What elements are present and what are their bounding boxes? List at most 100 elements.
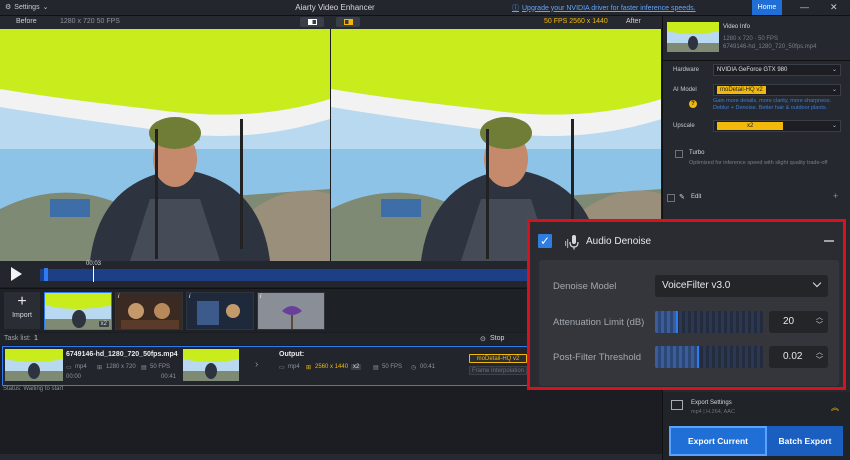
thumbnail-image [187,293,253,329]
attenuation-limit-slider[interactable] [655,311,763,333]
bottom-toolbar [0,454,662,460]
after-label: After [626,18,641,25]
audio-denoise-header: ✓ Audio Denoise [538,232,838,252]
ai-model-hint: Gain more details, more clarity, more sh… [713,98,832,111]
task-file-name: 6749146-hd_1280_720_50fps.mp4 [66,351,178,358]
side-by-side-button[interactable] [336,17,360,27]
task-input-thumbnail [5,349,63,381]
post-filter-threshold-label: Post-Filter Threshold [553,352,641,363]
input-resolution: 1280 x 720 [106,364,136,370]
ai-model-value: moDetail-HQ v2 [717,86,766,94]
output-label: Output: [279,351,305,358]
post-filter-threshold-slider[interactable] [655,346,763,368]
help-icon[interactable]: ? [689,100,697,108]
upscale-select[interactable]: x2 ⌄ [713,120,841,132]
edit-label: Edit [691,194,702,200]
task-status: Status: Waiting to start [3,386,64,392]
chevron-down-icon [812,278,822,288]
play-icon[interactable] [11,267,22,281]
side-by-side-icon [344,19,353,25]
hardware-label: Hardware [673,67,700,73]
chevron-up-icon[interactable]: ︽ [831,402,839,413]
post-filter-threshold-value: 0.02 [783,351,803,362]
post-filter-threshold-thumb[interactable] [697,346,699,368]
upscale-badge: x2 [98,321,109,327]
video-info-thumbnail [667,22,719,52]
info-icon: i [118,294,120,300]
export-settings-title[interactable]: Export Settings [691,400,732,406]
close-icon[interactable]: ✕ [830,2,838,13]
ai-model-tag: moDetail-HQ v2 [469,354,527,363]
before-video-preview[interactable] [0,29,330,261]
frame-interpolation-tag: Frame Interpolation [469,366,527,375]
denoise-model-select[interactable]: VoiceFilter v3.0 [655,275,828,297]
home-button[interactable]: Home [752,0,782,15]
attenuation-limit-label: Attenuation Limit (dB) [553,317,645,328]
playhead[interactable] [93,266,94,282]
video-thumbnail[interactable]: i [257,292,325,330]
before-label: Before [16,18,37,25]
upscale-value: x2 [717,122,784,130]
task-output-thumbnail [183,349,239,381]
task-list-label: Task list: [4,335,31,342]
output-duration: 00:41 [420,364,436,370]
hardware-select[interactable]: NVIDIA GeForce GTX 980 ⌄ [713,64,841,76]
video-thumbnail[interactable]: i [115,292,183,330]
import-button[interactable]: + Import [4,292,40,329]
hardware-value: NVIDIA GeForce GTX 980 [717,67,788,73]
input-start-time: 00:00 [66,374,82,380]
expand-icon[interactable]: + [833,191,838,201]
stepper-arrows-icon[interactable]: ︿ ﹀ [816,349,823,365]
fps-icon: ▤ [373,365,379,371]
attenuation-limit-thumb[interactable] [676,311,678,333]
edit-checkbox[interactable] [667,194,675,202]
split-view-button[interactable] [300,17,324,27]
post-filter-threshold-stepper[interactable]: 0.02 ︿ ﹀ [769,346,828,368]
before-meta: 1280 x 720 50 FPS [60,18,120,25]
input-format: mp4 [75,364,87,370]
input-end-time: 00:41 [161,374,177,380]
turbo-label: Turbo [689,150,705,156]
output-fps: 50 FPS [382,364,403,370]
video-thumbnail[interactable]: i [186,292,254,330]
stepper-arrows-icon[interactable]: ︿ ﹀ [816,314,823,330]
export-settings-summary: mp4 | H.264, AAC [691,409,735,415]
current-time: 00:03 [86,261,102,267]
plus-icon: + [17,293,27,310]
stop-label[interactable]: Stop [490,335,504,342]
driver-upgrade-link[interactable]: ⓘ Upgrade your NVIDIA driver for faster … [512,3,696,13]
clock-icon: ◷ [411,365,417,371]
thumbnail-image [116,293,182,329]
attenuation-limit-stepper[interactable]: 20 ︿ ﹀ [769,311,828,333]
chevron-right-icon: › [255,359,259,370]
turbo-checkbox[interactable] [675,150,683,158]
post-filter-threshold-fill [655,346,698,368]
denoise-model-value: VoiceFilter v3.0 [662,280,731,291]
preview-header: Before 1280 x 720 50 FPS 50 FPS 2560 x 1… [0,16,662,29]
collapse-icon[interactable] [824,240,834,242]
video-info-image [667,22,719,52]
export-settings-icon[interactable] [671,400,683,410]
stop-icon[interactable]: ⊙ [480,335,486,343]
video-thumbnail[interactable]: x2 [44,292,112,330]
resolution-icon: ⊞ [97,365,103,371]
ai-model-select[interactable]: moDetail-HQ v2 ⌄ [713,84,841,96]
upscale-label: Upscale [673,123,695,129]
export-current-button[interactable]: Export Current [669,426,767,456]
file-icon: ▭ [66,365,72,371]
upscale-badge: x2 [351,364,362,370]
batch-export-button[interactable]: Batch Export [767,426,843,456]
task-thumbnail-image [5,349,63,381]
task-count: 1 [34,335,38,342]
fps-icon: ▤ [141,365,147,371]
turbo-hint: Optimized for inference speed with sligh… [689,160,828,166]
minimize-icon[interactable]: — [800,2,809,12]
after-meta: 50 FPS 2560 x 1440 [544,18,608,25]
video-info-specs: 1280 x 720 · 50 FPS [723,36,779,42]
audio-denoise-checkbox[interactable]: ✓ [538,234,552,248]
trim-start-handle[interactable] [44,268,48,281]
info-icon: i [260,294,262,300]
output-format: mp4 [288,364,300,370]
divider [663,60,850,61]
info-icon: ⓘ [512,5,519,12]
